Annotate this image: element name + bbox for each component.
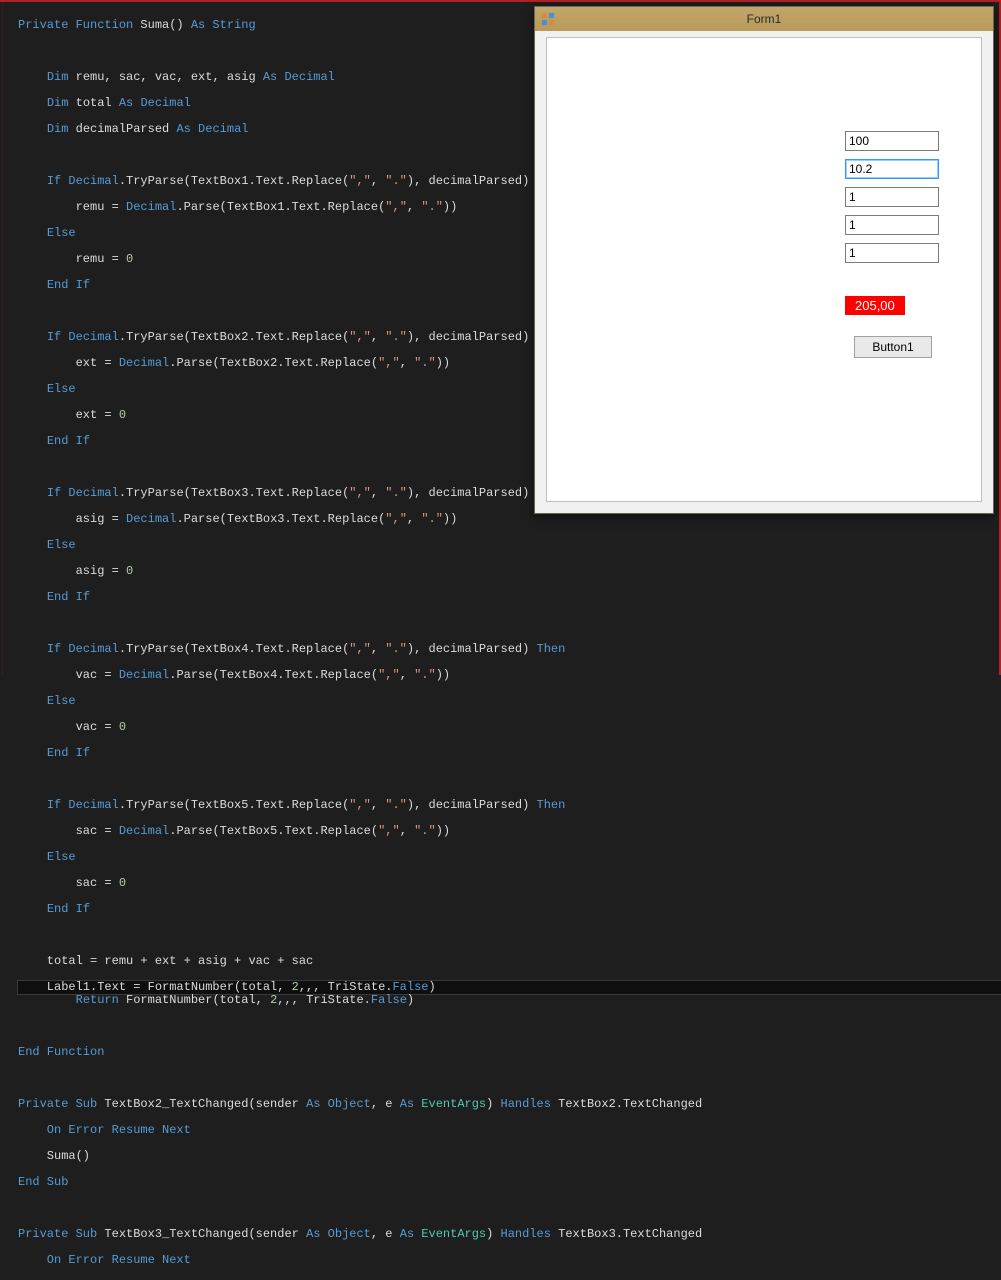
textbox5[interactable] bbox=[845, 243, 939, 263]
textbox1[interactable] bbox=[845, 131, 939, 151]
textbox4[interactable] bbox=[845, 215, 939, 235]
form1-title: Form1 bbox=[561, 12, 967, 26]
form1-client-area: 205,00 Button1 bbox=[546, 37, 982, 502]
form-icon bbox=[541, 12, 555, 26]
label1-result: 205,00 bbox=[845, 296, 905, 315]
textbox3[interactable] bbox=[845, 187, 939, 207]
button1[interactable]: Button1 bbox=[854, 336, 932, 358]
textbox2[interactable] bbox=[845, 159, 939, 179]
form1-window: Form1 205,00 Button1 bbox=[534, 6, 994, 514]
form1-titlebar[interactable]: Form1 bbox=[535, 7, 993, 31]
